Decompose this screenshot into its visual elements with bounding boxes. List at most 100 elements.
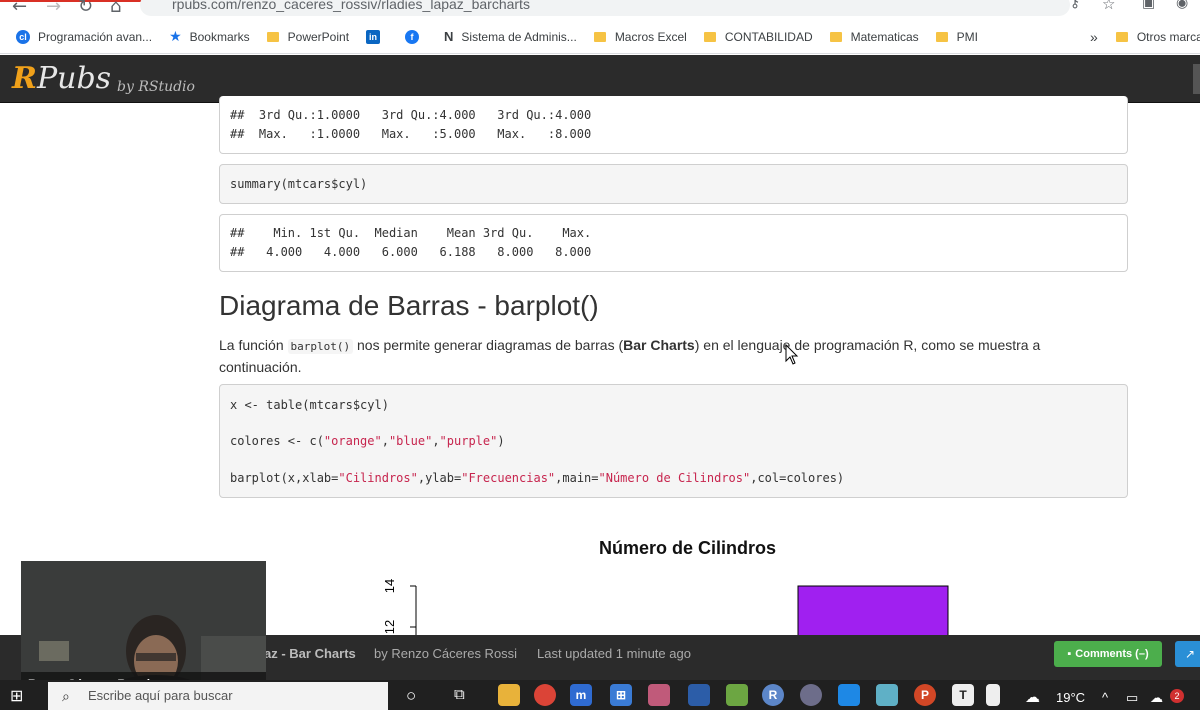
mendeley-icon[interactable]: m [570, 684, 592, 706]
cortana-icon[interactable]: ○ [406, 686, 416, 706]
app-window-icon[interactable] [986, 684, 1000, 706]
code-block-barplot: x <- table(mtcars$cyl) colores <- c("ora… [219, 384, 1128, 498]
other-bookmarks[interactable]: Otros marcad [1115, 29, 1200, 44]
weather-icon: ☁ [1025, 689, 1040, 706]
section-heading: Diagrama de Barras - barplot() [219, 290, 599, 321]
bookmark-facebook[interactable]: f [405, 29, 427, 44]
r-icon[interactable]: R [762, 684, 784, 706]
bookmark-label: CONTABILIDAD [724, 29, 813, 44]
bookmark-programacion[interactable]: cl Programación avan... [16, 29, 152, 44]
code-token: colores <- c( [230, 434, 324, 448]
output-line: ## 4.000 4.000 6.000 6.188 8.000 8.000 [230, 245, 592, 259]
bar-8-cylinders [797, 585, 949, 636]
output-line: ## Max. :1.0000 Max. :5.000 Max. :8.000 [230, 127, 592, 141]
n-icon: N [444, 29, 454, 44]
code-string: "purple" [439, 434, 498, 448]
code-string: "orange" [323, 434, 382, 448]
logo-pubs: Pubs [36, 61, 112, 96]
doc-author[interactable]: by Renzo Cáceres Rossi [374, 646, 517, 661]
chrome-icon[interactable] [534, 684, 556, 706]
comment-icon: ▪ [1067, 648, 1072, 660]
bookmarks-overflow-icon[interactable]: » [1090, 29, 1098, 45]
output-block-2: ## Min. 1st Qu. Median Mean 3rd Qu. Max.… [219, 214, 1128, 272]
rstudio-icon[interactable] [800, 684, 822, 706]
project-icon[interactable] [688, 684, 710, 706]
code-token: barplot(x,xlab= [230, 471, 339, 485]
folder-icon [703, 31, 716, 42]
notification-badge[interactable]: 2 [1170, 689, 1184, 703]
bookmark-pmi[interactable]: PMI [935, 30, 978, 44]
temperature[interactable]: 19°C [1056, 690, 1085, 705]
rpubs-logo[interactable]: RPubs [12, 61, 111, 96]
powerpoint-icon[interactable]: P [914, 684, 936, 706]
bookmark-macros-excel[interactable]: Macros Excel [593, 30, 687, 44]
bookmark-contabilidad[interactable]: CONTABILIDAD [703, 29, 813, 44]
paint-icon[interactable] [648, 684, 670, 706]
intro-paragraph: La función barplot() nos permite generar… [219, 335, 1109, 378]
notes-icon[interactable] [876, 684, 898, 706]
linkedin-icon: in [366, 29, 381, 44]
url-text[interactable]: rpubs.com/renzo_caceres_rossiv/rladies_l… [172, 0, 530, 12]
output-block-1: ## 3rd Qu.:1.0000 3rd Qu.:4.000 3rd Qu.:… [219, 96, 1128, 154]
taskbar-search[interactable]: Escribe aquí para buscar [48, 682, 388, 710]
output-line: ## 3rd Qu.:1.0000 3rd Qu.:4.000 3rd Qu.:… [230, 108, 592, 122]
key-icon[interactable]: ⚷ [1070, 0, 1080, 11]
scrollbar-thumb[interactable] [1193, 64, 1200, 94]
home-icon[interactable]: ⌂ [110, 0, 121, 17]
task-view-icon[interactable]: ⧉ [454, 686, 465, 703]
bookmark-matematicas[interactable]: Matematicas [829, 30, 919, 44]
para-bold: Bar Charts [623, 337, 695, 353]
code-line: barplot(x,xlab="Cilindros",ylab="Frecuen… [230, 471, 844, 485]
share-button[interactable]: ↗ [1175, 641, 1200, 667]
y-tick-label: 12 [382, 620, 397, 634]
battery-icon[interactable]: ▭ [1126, 690, 1138, 706]
comments-label: Comments (–) [1075, 648, 1149, 660]
tray-chevron-icon[interactable]: ^ [1102, 690, 1108, 705]
star-icon: ★ [169, 28, 182, 44]
code-token: , [381, 434, 389, 448]
calculator-icon[interactable]: ⊞ [610, 684, 632, 706]
code-string: "blue" [388, 434, 433, 448]
profile-icon[interactable]: ◉ [1176, 0, 1188, 11]
code-line: x <- table(mtcars$cyl) [230, 398, 389, 412]
bookmark-label: Bookmarks [189, 29, 250, 44]
bookmark-sistema[interactable]: N Sistema de Adminis... [444, 29, 577, 44]
mouse-cursor-icon [785, 344, 799, 365]
app-icon[interactable] [726, 684, 748, 706]
code-line: summary(mtcars$cyl) [230, 177, 368, 191]
doc-title: az - Bar Charts [264, 646, 356, 661]
file-explorer-icon[interactable] [498, 684, 520, 706]
inline-code: barplot() [287, 339, 354, 354]
bookmark-linkedin[interactable]: in [366, 29, 388, 44]
cloud-icon[interactable]: ☁ [1150, 690, 1163, 706]
vscode-icon[interactable] [838, 684, 860, 706]
folder-icon [1115, 31, 1128, 42]
code-token: ) [497, 434, 505, 448]
bar-chart: 14 12 [382, 579, 949, 636]
cl-icon: cl [16, 29, 30, 44]
doc-updated: Last updated 1 minute ago [537, 646, 691, 661]
by-rstudio: by RStudio [117, 79, 195, 95]
code-string: "Frecuencias" [461, 471, 556, 485]
bookmark-powerpoint[interactable]: PowerPoint [266, 30, 349, 44]
bookmark-label: Otros marcad [1136, 29, 1200, 44]
bookmark-star-icon[interactable]: ☆ [1102, 0, 1115, 13]
folder-icon [935, 31, 948, 42]
reload-icon[interactable]: ↻ [78, 0, 93, 17]
browser-toolbar: ← → ↻ ⌂ rpubs.com/renzo_caceres_rossiv/r… [0, 0, 1200, 20]
windows-start-icon[interactable]: ⊞ [10, 686, 23, 706]
back-icon[interactable]: ← [12, 0, 27, 17]
bookmark-label: Sistema de Adminis... [461, 29, 577, 44]
forward-icon[interactable]: → [46, 0, 61, 17]
code-string: "Número de Cilindros" [598, 471, 751, 485]
bookmark-bookmarks[interactable]: ★ Bookmarks [169, 28, 250, 45]
typora-icon[interactable]: T [952, 684, 974, 706]
code-line: colores <- c("orange","blue","purple") [230, 434, 505, 448]
extension-icon[interactable]: ▣ [1142, 0, 1155, 11]
search-icon: ⌕ [62, 688, 70, 704]
logo-r: R [12, 61, 37, 96]
para-text: nos permite generar diagramas de barras … [353, 337, 624, 353]
comments-button[interactable]: ▪ Comments (–) [1054, 641, 1162, 667]
folder-icon [829, 31, 842, 42]
y-tick-label: 14 [382, 579, 397, 593]
